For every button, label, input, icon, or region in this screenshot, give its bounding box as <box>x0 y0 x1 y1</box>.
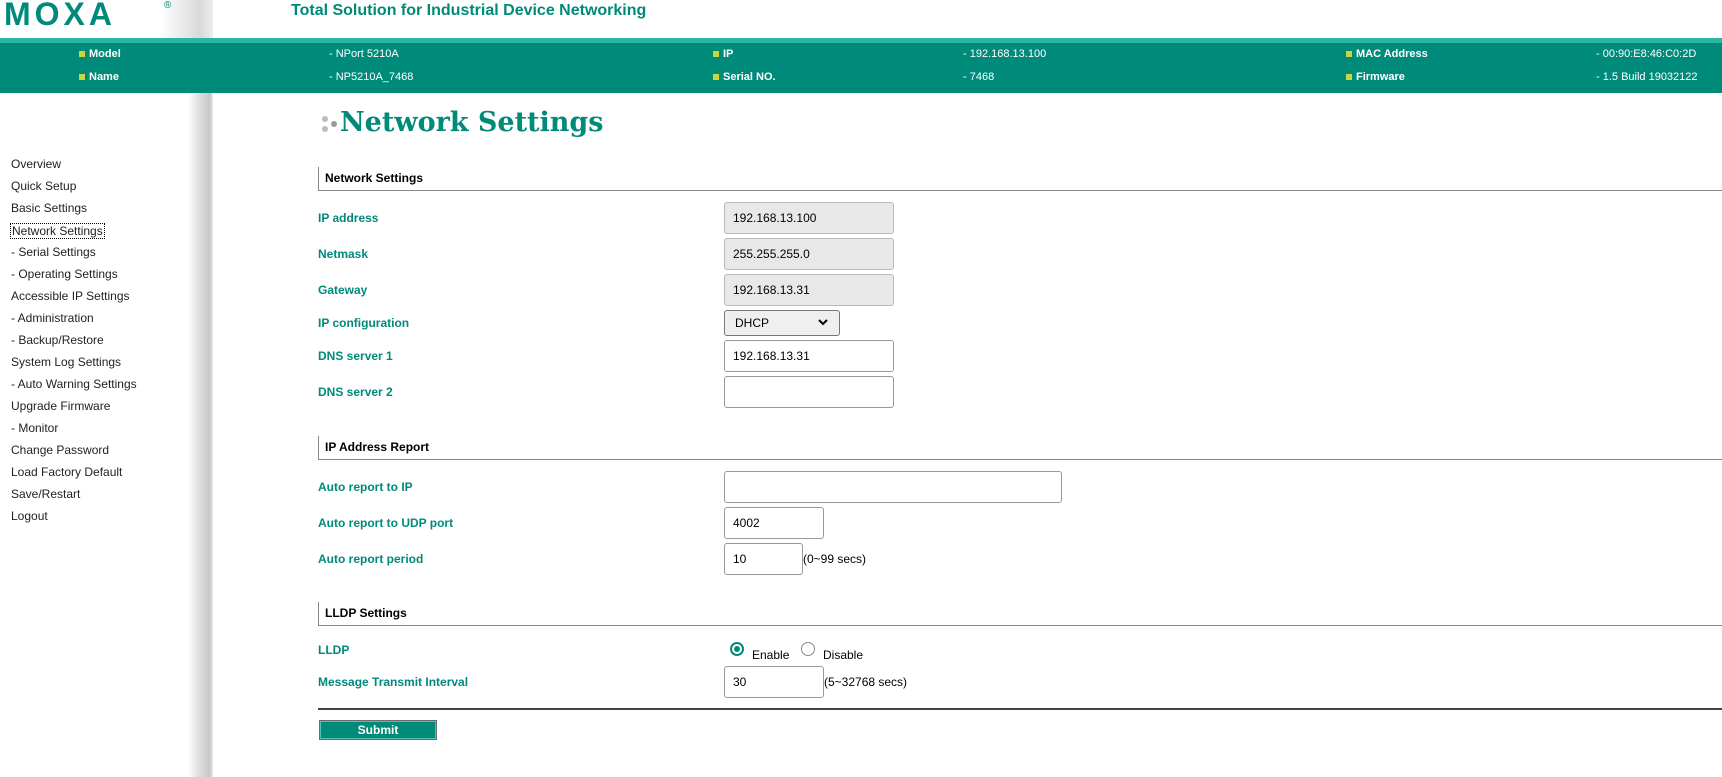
name-label: Name <box>79 71 119 83</box>
model-value: - NPort 5210A <box>329 48 399 60</box>
netmask-field[interactable] <box>724 238 894 270</box>
auto-report-ip-label: Auto report to IP <box>318 480 413 494</box>
logo-area: MOXA ® <box>0 0 213 38</box>
firmware-value: - 1.5 Build 19032122 <box>1596 71 1698 83</box>
device-info-bar: Model - NPort 5210A IP - 192.168.13.100 … <box>0 38 1722 93</box>
netmask-label: Netmask <box>318 247 369 261</box>
message-transmit-interval-unit: (5~32768 secs) <box>824 675 908 689</box>
mac-label: MAC Address <box>1346 48 1428 60</box>
gateway-field[interactable] <box>724 274 894 306</box>
auto-report-udp-label: Auto report to UDP port <box>318 516 454 530</box>
sidebar-item-accessible-ip-settings[interactable]: Accessible IP Settings <box>11 289 130 303</box>
page-title: Network Settings <box>340 107 604 138</box>
name-value: - NP5210A_7468 <box>329 71 414 83</box>
section-title: Network Settings <box>325 171 424 185</box>
dns-server-1-field[interactable] <box>724 340 894 372</box>
message-transmit-interval-label: Message Transmit Interval <box>318 675 469 689</box>
lldp-enable-label: Enable <box>752 648 790 662</box>
serial-value: - 7468 <box>963 71 995 83</box>
dns-server-2-label: DNS server 2 <box>318 385 393 399</box>
sidebar-item-upgrade-firmware[interactable]: Upgrade Firmware <box>11 399 110 413</box>
sidebar-item-auto-warning-settings[interactable]: - Auto Warning Settings <box>11 377 137 391</box>
ip-configuration-label: IP configuration <box>318 316 410 330</box>
gateway-label: Gateway <box>318 283 368 297</box>
title-dots-icon <box>322 116 337 132</box>
message-transmit-interval-field[interactable] <box>724 666 824 698</box>
sidebar-item-monitor[interactable]: - Monitor <box>11 421 58 435</box>
auto-report-period-unit: (0~99 secs) <box>803 552 867 566</box>
registered-mark: ® <box>164 0 172 11</box>
sidebar-item-system-log-settings[interactable]: System Log Settings <box>11 355 121 369</box>
model-label: Model <box>79 48 121 60</box>
sidebar-item-load-factory-default[interactable]: Load Factory Default <box>11 465 122 479</box>
sidebar-item-quick-setup[interactable]: Quick Setup <box>11 179 76 193</box>
dns-server-2-field[interactable] <box>724 376 894 408</box>
ip-label: IP <box>713 48 733 60</box>
lldp-disable-radio[interactable] <box>801 642 815 656</box>
auto-report-ip-field[interactable] <box>724 471 1062 503</box>
dns-server-1-label: DNS server 1 <box>318 349 393 363</box>
auto-report-period-label: Auto report period <box>318 552 424 566</box>
sidebar-item-administration[interactable]: - Administration <box>11 311 94 325</box>
ip-address-field[interactable] <box>724 202 894 234</box>
sidebar-item-operating-settings[interactable]: - Operating Settings <box>11 267 118 281</box>
ip-configuration-value: DHCP <box>735 316 770 330</box>
sidebar-item-change-password[interactable]: Change Password <box>11 443 109 457</box>
section-network-settings: Network Settings <box>318 167 1722 191</box>
chevron-down-icon <box>817 316 829 331</box>
firmware-label: Firmware <box>1346 71 1405 83</box>
header: MOXA ® Total Solution for Industrial Dev… <box>0 0 1722 38</box>
submit-button[interactable]: Submit <box>319 720 437 740</box>
sidebar-item-save-restart[interactable]: Save/Restart <box>11 487 80 501</box>
sidebar-item-serial-settings[interactable]: - Serial Settings <box>11 245 96 259</box>
section-title: LLDP Settings <box>325 606 407 620</box>
section-lldp-settings: LLDP Settings <box>318 602 1722 626</box>
ip-value: - 192.168.13.100 <box>963 48 1047 60</box>
lldp-enable-radio[interactable] <box>730 642 744 656</box>
sidebar-item-network-settings[interactable]: Network Settings <box>10 223 105 239</box>
ip-address-label: IP address <box>318 211 379 225</box>
bullet-icon <box>713 74 719 81</box>
bullet-icon <box>1346 74 1352 81</box>
bullet-icon <box>79 51 85 58</box>
serial-label: Serial NO. <box>713 71 776 83</box>
divider <box>318 708 1722 710</box>
sidebar-item-backup-restore[interactable]: - Backup/Restore <box>11 333 104 347</box>
sidebar-item-logout[interactable]: Logout <box>11 509 48 523</box>
bullet-icon <box>1346 51 1352 58</box>
lldp-label: LLDP <box>318 643 350 657</box>
section-ip-address-report: IP Address Report <box>318 436 1722 460</box>
ip-configuration-select[interactable]: DHCP <box>724 310 840 336</box>
mac-value: - 00:90:E8:46:C0:2D <box>1596 48 1697 60</box>
tagline: Total Solution for Industrial Device Net… <box>291 2 647 19</box>
moxa-logo: MOXA <box>4 0 116 32</box>
bullet-icon <box>79 74 85 81</box>
lldp-disable-label: Disable <box>823 648 864 662</box>
auto-report-udp-field[interactable] <box>724 507 824 539</box>
sidebar-item-basic-settings[interactable]: Basic Settings <box>11 201 87 215</box>
auto-report-period-field[interactable] <box>724 543 803 575</box>
sidebar: Overview Quick Setup Basic Settings Netw… <box>0 93 213 777</box>
sidebar-item-overview[interactable]: Overview <box>11 157 61 171</box>
section-title: IP Address Report <box>325 440 430 454</box>
bullet-icon <box>713 51 719 58</box>
